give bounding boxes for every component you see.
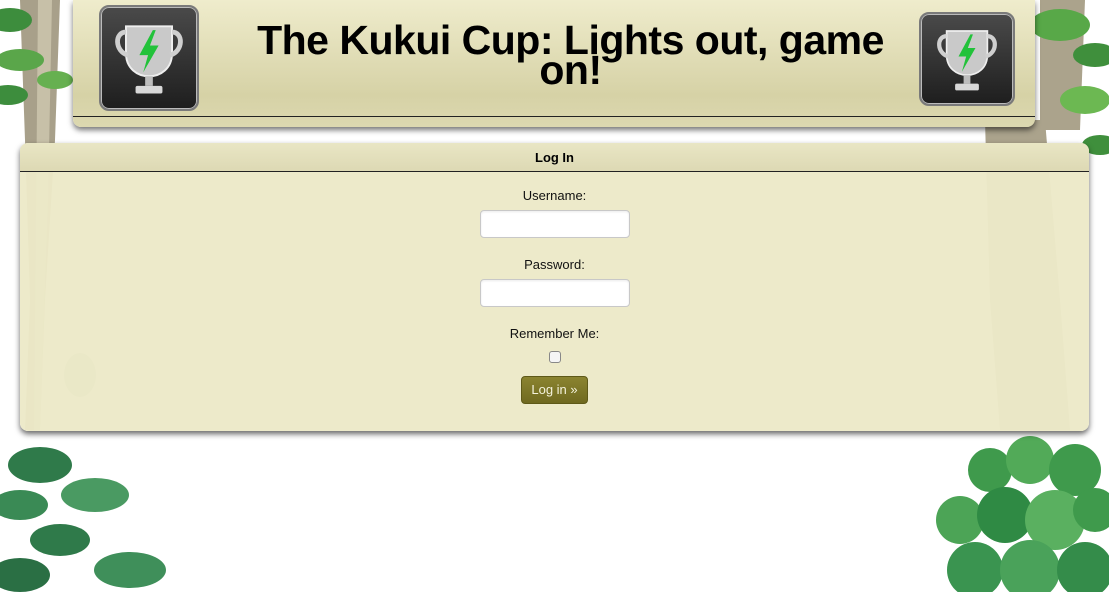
password-input[interactable] [480,279,630,307]
login-panel: Log In Username: Password: Remember Me: … [20,143,1089,431]
site-title: The Kukui Cup: Lights out, game on! [257,17,884,93]
remember-me-label: Remember Me: [509,326,600,341]
trophy-lightning-icon [99,5,199,111]
page: The Kukui Cup: Lights out, game on! Log … [0,0,1109,592]
site-header: The Kukui Cup: Lights out, game on! [73,0,1035,127]
login-heading: Log In [20,143,1089,172]
trophy-lightning-icon [919,12,1015,106]
header-divider [73,116,1035,117]
password-label: Password: [524,257,585,272]
remember-me-checkbox[interactable] [549,351,561,363]
username-label: Username: [522,188,587,203]
login-button[interactable]: Log in » [521,376,588,404]
username-input[interactable] [480,210,630,238]
